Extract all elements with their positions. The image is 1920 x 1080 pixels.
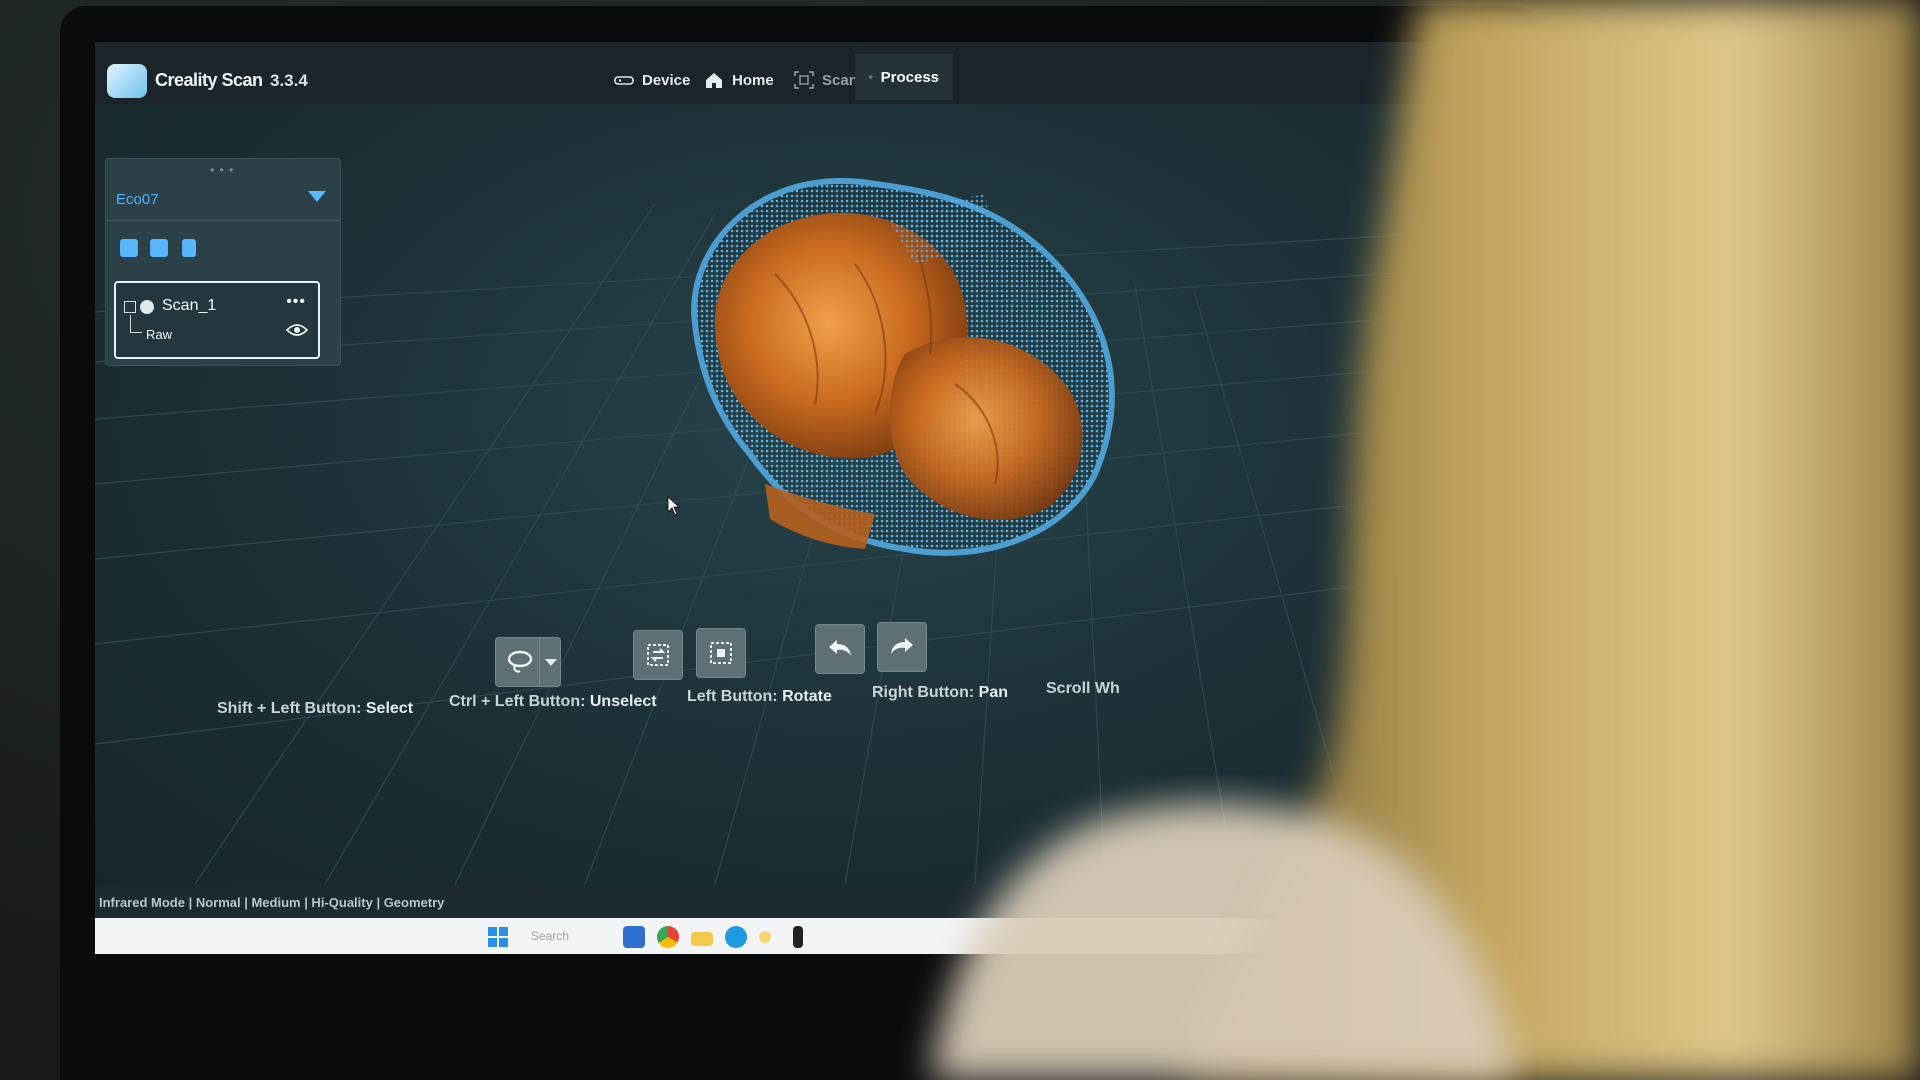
scan-icon: [794, 71, 814, 89]
tab-process[interactable]: Process: [855, 54, 953, 100]
scan-mode-status: Infrared Mode | Normal | Medium | Hi-Qua…: [99, 895, 445, 910]
hint-zoom-key: Scroll Wh: [1046, 680, 1120, 697]
undo-icon: [829, 640, 851, 656]
photo-scene: Creality Scan 3.3.4 Device Home Scan Pro…: [0, 0, 1920, 1080]
tab-device-label: Device: [642, 71, 691, 89]
device-dropdown[interactable]: Eco07: [106, 175, 340, 221]
hint-select: Shift + Left Button: Select: [217, 700, 413, 718]
redo-icon: [891, 638, 913, 654]
tab-process-label: Process: [880, 68, 939, 86]
hint-rotate-key: Left Button:: [687, 688, 778, 705]
hint-rotate-action: Rotate: [782, 688, 832, 705]
hint-pan-action: Pan: [978, 684, 1008, 701]
edge-icon[interactable]: [725, 926, 747, 948]
status-bar: Infrared Mode | Normal | Medium | Hi-Qua…: [95, 884, 1455, 918]
tab-home-label: Home: [732, 71, 774, 89]
hint-unselect-action: Unselect: [589, 693, 657, 710]
more-options-icon[interactable]: •••: [286, 293, 306, 311]
chevron-down-icon: [308, 191, 326, 202]
selection-mode-dropdown[interactable]: [539, 637, 561, 687]
app-logo-icon: [107, 64, 147, 98]
hint-select-action: Select: [365, 700, 414, 717]
clear-selection-button[interactable]: [696, 628, 746, 678]
hint-unselect-key: Ctrl + Left Button:: [449, 693, 586, 710]
app-name: Creality Scan: [155, 70, 263, 90]
tab-device[interactable]: Device: [600, 60, 704, 100]
scan-list-item[interactable]: Scan_1 ••• Raw: [114, 281, 320, 359]
redo-button[interactable]: [877, 622, 927, 672]
new-project-icon[interactable]: [120, 239, 138, 257]
hint-zoom: Scroll Wh: [1046, 680, 1120, 698]
layers-icon: [869, 75, 873, 79]
mouse-cursor-icon: [667, 496, 681, 516]
lasso-select-button[interactable]: [495, 637, 545, 687]
hint-pan: Right Button: Pan: [872, 684, 1008, 702]
invert-selection-button[interactable]: [633, 630, 683, 680]
scan-object-icon: [140, 300, 154, 314]
lasso-icon: [507, 650, 533, 673]
layer-raw-label: Raw: [146, 327, 173, 342]
hint-select-key: Shift + Left Button:: [217, 700, 362, 717]
app-window: Creality Scan 3.3.4 Device Home Scan Pro…: [95, 42, 1455, 954]
eye-icon[interactable]: [286, 323, 308, 337]
file-explorer-icon[interactable]: [691, 932, 713, 946]
project-panel: • • • Eco07 Scan_1 ••• Raw: [105, 158, 341, 366]
folder-icon[interactable]: [150, 239, 168, 257]
os-taskbar: Search: [95, 918, 1455, 954]
device-icon: [614, 76, 634, 85]
save-icon[interactable]: [182, 239, 196, 257]
invert-selection-icon: [647, 644, 669, 666]
taskbar-search[interactable]: Search: [525, 925, 625, 947]
tab-home[interactable]: Home: [690, 60, 788, 100]
device-dropdown-value: Eco07: [116, 191, 159, 208]
3d-viewport[interactable]: • • • Eco07 Scan_1 ••• Raw Shift + Left …: [95, 104, 1455, 884]
task-view-icon[interactable]: [623, 926, 645, 948]
windows-start-icon[interactable]: [487, 926, 509, 948]
tab-scan-label: Scan: [822, 71, 858, 89]
selection-box-icon: [710, 642, 732, 664]
title-bar: Creality Scan 3.3.4 Device Home Scan Pro…: [95, 42, 1455, 104]
hint-pan-key: Right Button:: [872, 684, 975, 701]
scan-point-cloud[interactable]: [655, 154, 1175, 574]
collapse-toggle[interactable]: [124, 301, 136, 313]
app-icon-2[interactable]: [793, 926, 803, 948]
hint-unselect: Ctrl + Left Button: Unselect: [449, 693, 657, 711]
undo-button[interactable]: [815, 624, 865, 674]
chrome-icon[interactable]: [657, 926, 679, 948]
home-icon: [706, 73, 722, 88]
scan-name: Scan_1: [162, 297, 217, 314]
hint-rotate: Left Button: Rotate: [687, 688, 832, 706]
app-version: 3.3.4: [270, 71, 308, 90]
app-icon[interactable]: [759, 931, 771, 943]
tree-connector: [130, 315, 142, 333]
